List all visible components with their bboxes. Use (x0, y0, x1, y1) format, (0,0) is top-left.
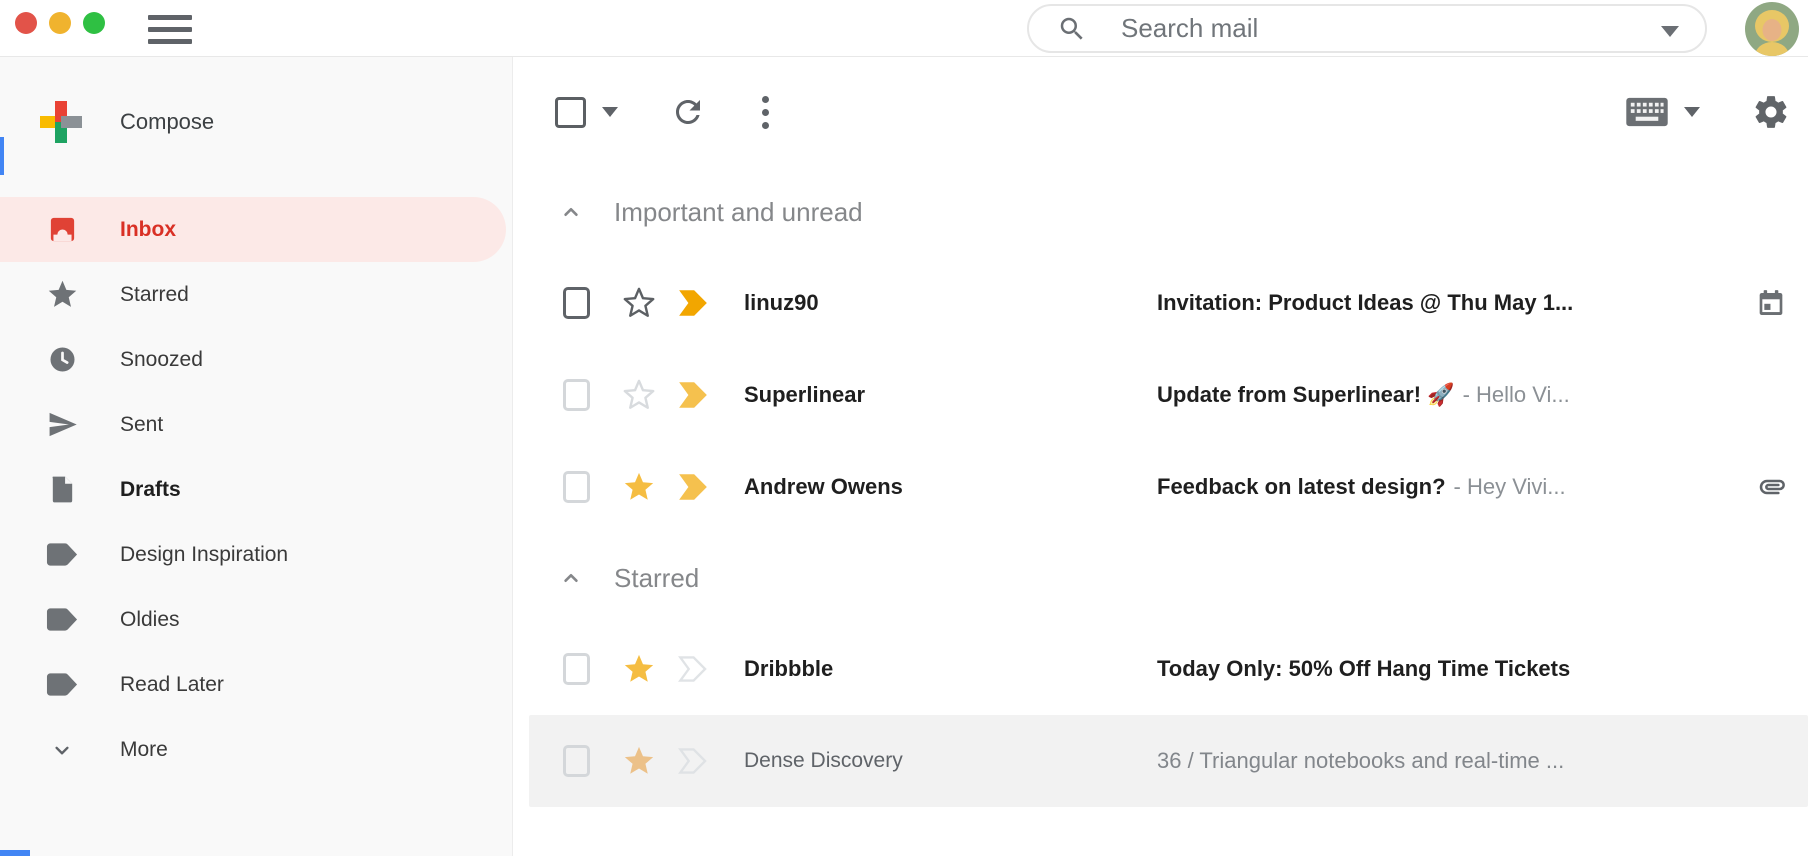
sidebar-item-more[interactable]: More (0, 717, 512, 782)
email-sender: Dense Discovery (744, 749, 1122, 773)
sidebar-item-label: Read Later (120, 673, 224, 697)
email-list-pane: Important and unread linuz90 Invitation:… (513, 57, 1808, 856)
send-icon (45, 409, 79, 440)
email-checkbox[interactable] (563, 471, 590, 503)
email-subject: Today Only: 50% Off Hang Time Tickets (1157, 656, 1738, 682)
input-tools-dropdown-icon[interactable] (1684, 107, 1700, 117)
more-options-icon[interactable] (762, 96, 769, 129)
email-checkbox[interactable] (563, 287, 590, 319)
subject-text: Update from Superlinear! 🚀 (1157, 382, 1455, 407)
subject-text: Invitation: Product Ideas @ Thu May 1... (1157, 290, 1573, 315)
email-checkbox[interactable] (563, 745, 590, 777)
sidebar-item-label: Starred (120, 283, 189, 307)
section-title: Starred (614, 563, 699, 594)
sidebar-item-label: Inbox (120, 218, 176, 242)
calendar-icon (1754, 287, 1788, 319)
draft-icon (45, 474, 79, 505)
email-checkbox[interactable] (563, 653, 590, 685)
star-icon[interactable] (622, 286, 656, 320)
email-row[interactable]: Superlinear Update from Superlinear! 🚀 - … (513, 349, 1808, 441)
label-icon (45, 606, 79, 633)
paperclip-icon (1754, 471, 1788, 503)
star-icon[interactable] (622, 470, 656, 504)
sidebar-item-label: Drafts (120, 478, 181, 502)
label-icon (45, 671, 79, 698)
email-sender: Andrew Owens (744, 474, 1122, 500)
sidebar-item-inbox[interactable]: Inbox (0, 197, 506, 262)
refresh-icon[interactable] (670, 94, 706, 130)
screenshot-edge-artifact (0, 137, 4, 175)
collapse-section-icon[interactable] (558, 199, 584, 225)
search-icon (1057, 14, 1087, 44)
sidebar-item-label: Design Inspiration (120, 543, 288, 567)
star-icon[interactable] (622, 378, 656, 412)
email-subject: 36 / Triangular notebooks and real-time … (1157, 748, 1738, 774)
collapse-section-icon[interactable] (558, 565, 584, 591)
select-all-checkbox[interactable] (555, 97, 586, 128)
email-row[interactable]: Dribbble Today Only: 50% Off Hang Time T… (513, 623, 1808, 715)
snippet-text: - Hello Vi... (1463, 382, 1570, 407)
screenshot-edge-artifact (0, 850, 30, 856)
section-header-important-and-unread: Important and unread (513, 167, 1808, 257)
email-subject: Feedback on latest design? - Hey Vivi... (1157, 474, 1738, 500)
folder-list: Inbox Starred Snoozed (0, 197, 512, 782)
email-checkbox[interactable] (563, 379, 590, 411)
importance-marker-icon[interactable] (678, 289, 708, 317)
sidebar-item-snoozed[interactable]: Snoozed (0, 327, 512, 392)
sidebar-item-label: Sent (120, 413, 163, 437)
importance-marker-icon[interactable] (678, 747, 708, 775)
section-header-starred: Starred (513, 533, 1808, 623)
section-title: Important and unread (614, 197, 863, 228)
star-icon[interactable] (622, 652, 656, 686)
subject-text: Today Only: 50% Off Hang Time Tickets (1157, 656, 1570, 681)
traffic-lights (15, 12, 105, 34)
importance-marker-icon[interactable] (678, 473, 708, 501)
sidebar: Compose Inbox Starred (0, 57, 513, 856)
email-sender: linuz90 (744, 290, 1122, 316)
subject-text: 36 / Triangular notebooks and real-time … (1157, 748, 1564, 773)
email-row[interactable]: Dense Discovery 36 / Triangular notebook… (513, 715, 1808, 807)
inbox-icon (45, 214, 79, 245)
star-icon[interactable] (622, 744, 656, 778)
subject-text: Feedback on latest design? (1157, 474, 1446, 499)
email-row[interactable]: Andrew Owens Feedback on latest design?-… (513, 441, 1808, 533)
window-titlebar (0, 0, 1808, 57)
label-icon (45, 541, 79, 568)
compose-plus-icon (40, 101, 82, 143)
list-toolbar (513, 57, 1808, 167)
input-tools-keyboard-icon[interactable] (1624, 96, 1670, 128)
user-avatar[interactable] (1745, 2, 1799, 56)
search-bar[interactable] (1027, 4, 1707, 53)
minimize-window-button[interactable] (49, 12, 71, 34)
email-subject: Invitation: Product Ideas @ Thu May 1... (1157, 290, 1738, 316)
email-sender: Dribbble (744, 656, 1122, 682)
select-dropdown-icon[interactable] (602, 107, 618, 117)
importance-marker-icon[interactable] (678, 381, 708, 409)
search-options-dropdown-icon[interactable] (1661, 26, 1679, 37)
star-icon (45, 278, 79, 311)
sidebar-item-label: More (120, 738, 168, 762)
sidebar-item-starred[interactable]: Starred (0, 262, 512, 327)
sidebar-item-oldies[interactable]: Oldies (0, 587, 512, 652)
close-window-button[interactable] (15, 12, 37, 34)
main-menu-icon[interactable] (148, 15, 192, 44)
compose-button[interactable]: Compose (0, 87, 512, 157)
importance-marker-icon[interactable] (678, 655, 708, 683)
sidebar-item-label: Oldies (120, 608, 180, 632)
compose-label: Compose (120, 109, 214, 135)
sidebar-item-label: Snoozed (120, 348, 203, 372)
chevron-down-icon (45, 737, 79, 763)
search-input[interactable] (1121, 13, 1561, 44)
email-row[interactable]: linuz90 Invitation: Product Ideas @ Thu … (513, 257, 1808, 349)
email-subject: Update from Superlinear! 🚀 - Hello Vi... (1157, 382, 1738, 408)
sidebar-item-read-later[interactable]: Read Later (0, 652, 512, 717)
zoom-window-button[interactable] (83, 12, 105, 34)
snippet-text: - Hey Vivi... (1454, 474, 1566, 499)
email-sender: Superlinear (744, 382, 1122, 408)
sidebar-item-sent[interactable]: Sent (0, 392, 512, 457)
sidebar-item-drafts[interactable]: Drafts (0, 457, 512, 522)
clock-icon (45, 344, 79, 375)
sidebar-item-design-inspiration[interactable]: Design Inspiration (0, 522, 512, 587)
settings-gear-icon[interactable] (1752, 93, 1790, 131)
